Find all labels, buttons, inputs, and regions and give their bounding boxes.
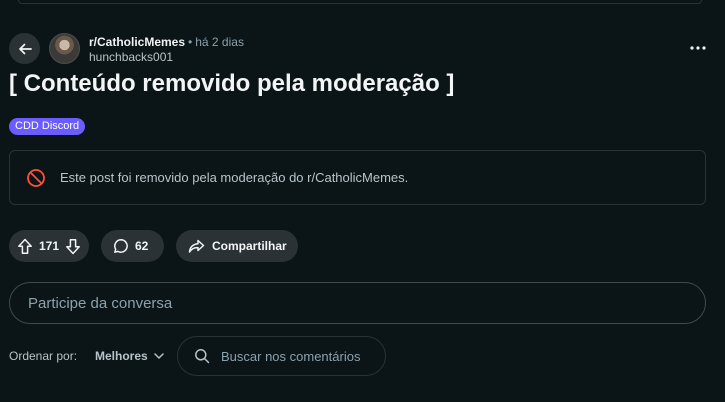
arrow-left-icon xyxy=(17,41,33,57)
more-horizontal-icon xyxy=(690,46,706,50)
sort-label: Ordenar por: xyxy=(9,349,78,363)
post-age: há 2 dias xyxy=(195,35,244,49)
author-link[interactable]: hunchbacks001 xyxy=(89,50,244,65)
share-label: Compartilhar xyxy=(212,239,287,253)
share-arrow-icon xyxy=(188,239,205,254)
post-title: [ Conteúdo removido pela moderação ] xyxy=(9,70,455,97)
share-button[interactable]: Compartilhar xyxy=(176,230,298,262)
removed-notice-text: Este post foi removido pela moderação do… xyxy=(60,170,409,185)
back-button[interactable] xyxy=(9,33,40,64)
vote-control: 171 xyxy=(9,230,89,262)
subreddit-link[interactable]: r/CatholicMemes xyxy=(89,35,185,49)
sort-dropdown[interactable]: Melhores xyxy=(91,344,168,368)
comment-input[interactable] xyxy=(26,293,680,313)
sort-selected: Melhores xyxy=(95,349,148,363)
previous-card-edge xyxy=(18,0,702,4)
vote-score: 171 xyxy=(38,239,60,253)
comment-search-input[interactable] xyxy=(219,347,383,365)
comments-button[interactable]: 62 xyxy=(101,230,164,262)
more-options-button[interactable] xyxy=(686,38,710,58)
post-flair[interactable]: CDD Discord xyxy=(9,118,86,135)
search-icon xyxy=(194,348,210,364)
meta-separator: • xyxy=(188,35,193,49)
ban-icon xyxy=(26,168,46,188)
post-meta: r/CatholicMemes • há 2 dias hunchbacks001 xyxy=(89,35,244,65)
arrow-up-icon[interactable] xyxy=(17,238,33,255)
arrow-down-icon[interactable] xyxy=(65,238,81,255)
comment-search[interactable] xyxy=(177,336,386,376)
comments-toolbar: Ordenar por: Melhores xyxy=(9,336,709,376)
post-page: r/CatholicMemes • há 2 dias hunchbacks001 … xyxy=(0,0,725,402)
subreddit-avatar[interactable] xyxy=(49,33,80,64)
speech-bubble-icon xyxy=(113,238,129,254)
comment-box[interactable] xyxy=(9,282,706,324)
chevron-down-icon xyxy=(153,353,164,359)
removed-notice: Este post foi removido pela moderação do… xyxy=(9,150,706,205)
comments-count: 62 xyxy=(135,239,149,253)
